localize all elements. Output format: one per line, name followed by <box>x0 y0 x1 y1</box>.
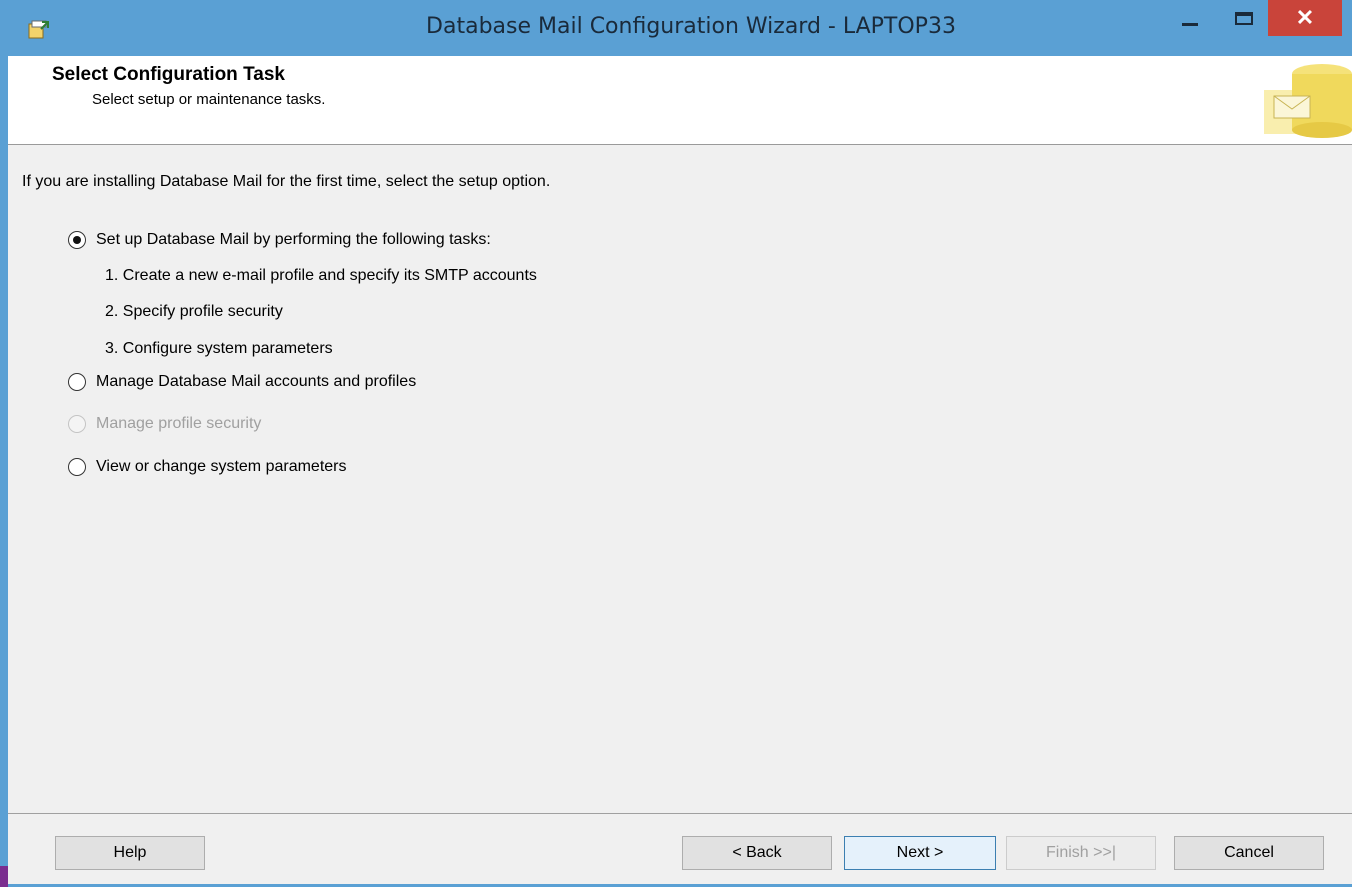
wizard-body: If you are installing Database Mail for … <box>8 145 1352 813</box>
option-setup[interactable]: Set up Database Mail by performing the f… <box>68 231 491 249</box>
database-mail-graphic-icon <box>1264 64 1352 138</box>
option-setup-label[interactable]: Set up Database Mail by performing the f… <box>96 231 491 249</box>
option-manage-security-label: Manage profile security <box>96 415 262 432</box>
taskbar-accent <box>0 866 8 887</box>
radio-setup[interactable] <box>68 231 86 249</box>
page-title: Select Configuration Task <box>52 64 285 85</box>
finish-button: Finish >>| <box>1006 836 1156 870</box>
page-subtitle: Select setup or maintenance tasks. <box>92 91 326 108</box>
maximize-button[interactable] <box>1222 0 1266 36</box>
maximize-icon <box>1235 11 1253 25</box>
radio-manage-accounts[interactable] <box>68 373 86 391</box>
option-system-parameters-label[interactable]: View or change system parameters <box>96 458 346 476</box>
minimize-icon <box>1182 22 1198 26</box>
help-button[interactable]: Help <box>55 836 205 870</box>
option-system-parameters[interactable]: View or change system parameters <box>68 458 346 476</box>
wizard-header: Select Configuration Task Select setup o… <box>8 56 1352 145</box>
close-button[interactable]: ✕ <box>1268 0 1342 36</box>
title-bar[interactable]: Database Mail Configuration Wizard - LAP… <box>0 0 1352 56</box>
task-line-2: 2. Specify profile security <box>105 303 283 320</box>
back-button[interactable]: < Back <box>682 836 832 870</box>
task-line-1: 1. Create a new e-mail profile and speci… <box>105 267 537 284</box>
option-manage-accounts[interactable]: Manage Database Mail accounts and profil… <box>68 373 416 391</box>
cancel-button[interactable]: Cancel <box>1174 836 1324 870</box>
option-manage-accounts-label[interactable]: Manage Database Mail accounts and profil… <box>96 373 416 391</box>
next-button[interactable]: Next > <box>844 836 996 870</box>
intro-text: If you are installing Database Mail for … <box>22 173 551 190</box>
window-title: Database Mail Configuration Wizard - LAP… <box>426 14 956 39</box>
minimize-button[interactable] <box>1168 0 1212 36</box>
radio-system-parameters[interactable] <box>68 458 86 476</box>
option-manage-security: Manage profile security <box>68 415 261 433</box>
radio-manage-security <box>68 415 86 433</box>
wizard-footer: Help < Back Next > Finish >>| Cancel <box>8 813 1352 884</box>
task-line-3: 3. Configure system parameters <box>105 340 333 357</box>
close-icon: ✕ <box>1295 5 1315 30</box>
wizard-window: Database Mail Configuration Wizard - LAP… <box>0 0 1352 887</box>
